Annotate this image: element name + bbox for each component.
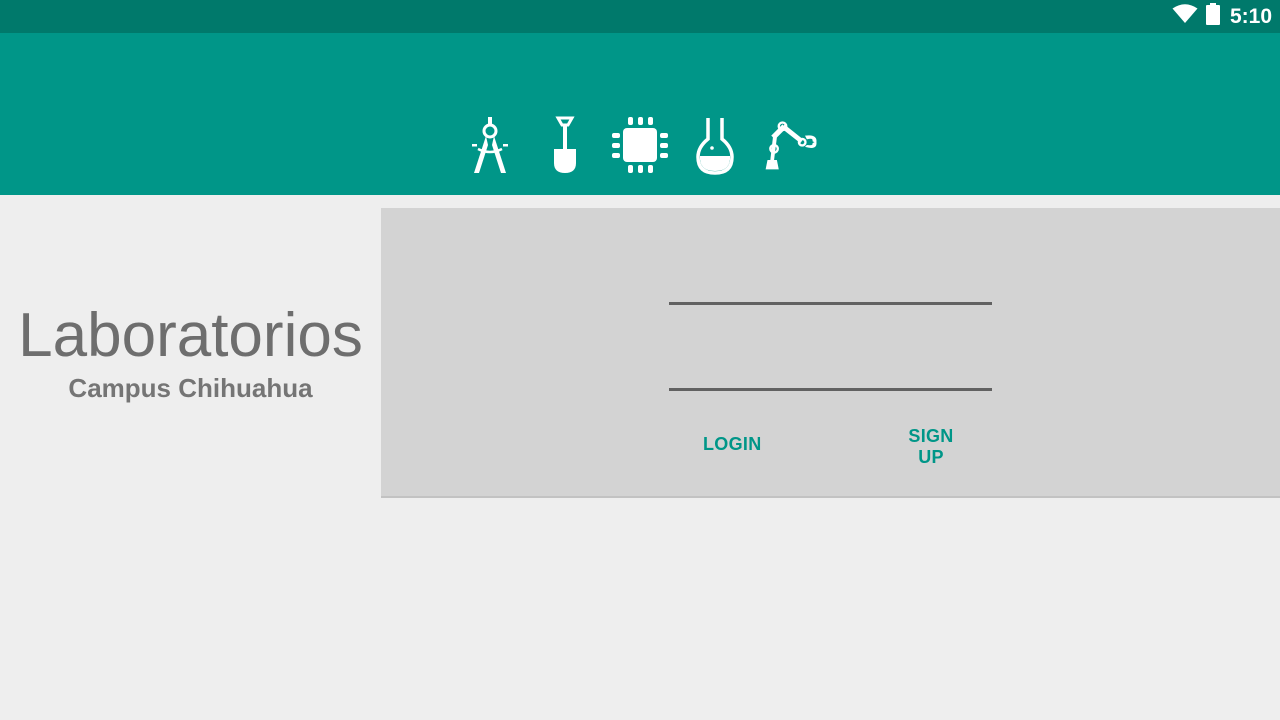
microchip-icon	[610, 114, 670, 176]
password-field[interactable]	[669, 348, 992, 391]
wifi-icon	[1172, 4, 1198, 29]
username-field[interactable]	[669, 262, 992, 305]
brand-title: Laboratorios	[18, 301, 363, 370]
status-time: 5:10	[1229, 4, 1272, 28]
shovel-icon	[535, 114, 595, 176]
sign-up-button[interactable]: SIGN UP	[889, 426, 973, 467]
login-card: LOGIN SIGN UP	[381, 208, 1280, 498]
login-button[interactable]: LOGIN	[697, 426, 765, 462]
brand-panel	[0, 195, 381, 720]
battery-icon	[1205, 3, 1220, 30]
drafting-compass-icon	[460, 114, 520, 176]
status-icons: 5:10	[1172, 0, 1272, 33]
brand-subtitle: Campus Chihuahua	[68, 373, 313, 403]
status-bar: 5:10	[0, 0, 1280, 33]
flask-icon	[685, 114, 745, 176]
robotic-arm-icon	[760, 114, 820, 176]
lab-icons-row	[460, 114, 830, 178]
